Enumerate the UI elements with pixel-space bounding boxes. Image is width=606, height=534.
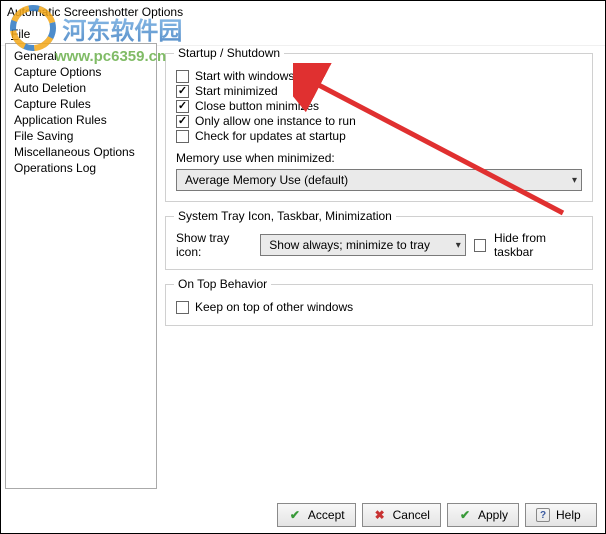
dropdown-memory-value: Average Memory Use (default) xyxy=(185,173,348,187)
group-tray: System Tray Icon, Taskbar, Minimization … xyxy=(165,216,593,270)
dropdown-show-tray-value: Show always; minimize to tray xyxy=(269,238,430,252)
sidebar-item-general[interactable]: General xyxy=(6,48,156,64)
cancel-button[interactable]: ✖ Cancel xyxy=(362,503,441,527)
accept-button[interactable]: ✔ Accept xyxy=(277,503,356,527)
checkbox-check-updates[interactable] xyxy=(176,130,189,143)
check-icon: ✔ xyxy=(458,508,472,522)
sidebar: General Capture Options Auto Deletion Ca… xyxy=(5,43,157,489)
sidebar-item-file-saving[interactable]: File Saving xyxy=(6,128,156,144)
help-icon: ? xyxy=(536,508,550,522)
label-hide-taskbar: Hide from taskbar xyxy=(494,231,582,259)
dropdown-show-tray[interactable]: Show always; minimize to tray ▾ xyxy=(260,234,465,256)
chevron-down-icon: ▾ xyxy=(456,240,461,251)
button-bar: ✔ Accept ✖ Cancel ✔ Apply ? Help xyxy=(277,503,597,527)
label-check-updates: Check for updates at startup xyxy=(195,129,346,143)
label-memory-use: Memory use when minimized: xyxy=(176,151,582,165)
sidebar-item-capture-options[interactable]: Capture Options xyxy=(6,64,156,80)
sidebar-item-application-rules[interactable]: Application Rules xyxy=(6,112,156,128)
group-startup: Startup / Shutdown Start with windows St… xyxy=(165,53,593,202)
label-start-minimized: Start minimized xyxy=(195,84,278,98)
group-ontop-legend: On Top Behavior xyxy=(174,277,271,291)
group-tray-legend: System Tray Icon, Taskbar, Minimization xyxy=(174,209,396,223)
sidebar-item-auto-deletion[interactable]: Auto Deletion xyxy=(6,80,156,96)
apply-button[interactable]: ✔ Apply xyxy=(447,503,519,527)
checkbox-start-with-windows[interactable] xyxy=(176,70,189,83)
help-button[interactable]: ? Help xyxy=(525,503,597,527)
window-title: Automatic Screenshotter Options xyxy=(1,1,605,23)
label-start-with-windows: Start with windows xyxy=(195,69,294,83)
check-icon: ✔ xyxy=(288,508,302,522)
checkbox-close-minimizes[interactable] xyxy=(176,100,189,113)
label-close-minimizes: Close button minimizes xyxy=(195,99,319,113)
checkbox-hide-taskbar[interactable] xyxy=(474,239,486,252)
checkbox-one-instance[interactable] xyxy=(176,115,189,128)
group-ontop: On Top Behavior Keep on top of other win… xyxy=(165,284,593,326)
label-one-instance: Only allow one instance to run xyxy=(195,114,356,128)
dropdown-memory-use[interactable]: Average Memory Use (default) ▾ xyxy=(176,169,582,191)
cross-icon: ✖ xyxy=(373,508,387,522)
checkbox-keep-on-top[interactable] xyxy=(176,301,189,314)
sidebar-item-operations-log[interactable]: Operations Log xyxy=(6,160,156,176)
sidebar-item-misc-options[interactable]: Miscellaneous Options xyxy=(6,144,156,160)
label-keep-on-top: Keep on top of other windows xyxy=(195,300,353,314)
group-startup-legend: Startup / Shutdown xyxy=(174,46,284,60)
settings-panel: Startup / Shutdown Start with windows St… xyxy=(157,43,601,489)
label-show-tray-icon: Show tray icon: xyxy=(176,231,252,259)
sidebar-item-capture-rules[interactable]: Capture Rules xyxy=(6,96,156,112)
menu-file[interactable]: File xyxy=(7,25,34,43)
chevron-down-icon: ▾ xyxy=(572,175,577,186)
checkbox-start-minimized[interactable] xyxy=(176,85,189,98)
